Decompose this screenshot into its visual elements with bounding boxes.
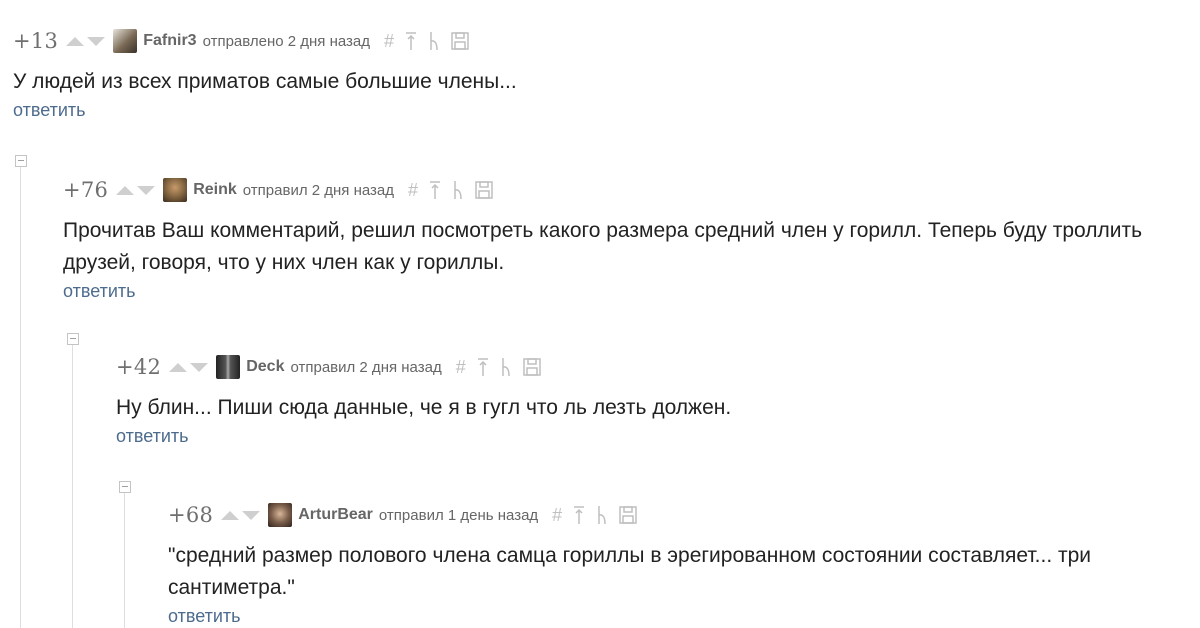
hash-icon[interactable]: #	[408, 180, 418, 201]
comment-timestamp: отправлено 2 дня назад	[202, 32, 371, 50]
save-icon[interactable]	[475, 181, 493, 199]
author-link[interactable]: Reink	[193, 181, 237, 199]
avatar[interactable]	[268, 503, 293, 527]
hash-icon[interactable]: #	[456, 357, 466, 378]
upvote-icon[interactable]	[169, 362, 188, 372]
comment-header: +68 ArturBear отправил 1 день назад #	[168, 502, 1168, 528]
comment-tools: #	[384, 31, 469, 52]
pin-icon[interactable]	[405, 31, 417, 51]
avatar[interactable]	[113, 29, 138, 53]
branch-icon[interactable]	[500, 357, 512, 377]
comment-rating: +42	[116, 355, 162, 379]
comment-header: +76 Reink отправил 2 дня назад #	[63, 177, 1173, 203]
comment-header: +42 Deck отправил 2 дня назад #	[116, 354, 1176, 380]
comment-timestamp: отправил 2 дня назад	[242, 181, 395, 199]
comment: +13 Fafnir3 отправлено 2 дня назад # У л…	[13, 28, 1183, 121]
pin-icon[interactable]	[429, 180, 441, 200]
vote-controls	[66, 36, 106, 46]
comment-header: +13 Fafnir3 отправлено 2 дня назад #	[13, 28, 1183, 54]
avatar[interactable]	[216, 355, 241, 379]
branch-icon[interactable]	[428, 31, 440, 51]
vote-controls	[169, 362, 209, 372]
comment-text: "средний размер полового члена самца гор…	[168, 544, 1092, 599]
save-icon[interactable]	[522, 358, 541, 376]
comment: +42 Deck отправил 2 дня назад # Ну блин.…	[116, 354, 1176, 447]
hash-icon[interactable]: #	[384, 31, 394, 52]
author-link[interactable]: ArturBear	[298, 506, 373, 524]
comment-rating: +76	[63, 178, 109, 202]
collapse-toggle[interactable]	[15, 155, 27, 167]
comment-timestamp: отправил 1 день назад	[378, 506, 539, 524]
author-link[interactable]: Fafnir3	[143, 32, 196, 50]
upvote-icon[interactable]	[221, 510, 240, 520]
comment: +76 Reink отправил 2 дня назад # Прочита…	[63, 177, 1173, 302]
author-link[interactable]: Deck	[246, 358, 284, 376]
comment-rating: +13	[13, 29, 59, 53]
comment-rating: +68	[168, 503, 214, 527]
comment-tools: #	[456, 357, 541, 378]
thread-line	[72, 344, 73, 628]
upvote-icon[interactable]	[116, 185, 135, 195]
reply-link[interactable]: ответить	[116, 426, 1176, 447]
save-icon[interactable]	[619, 506, 637, 524]
downvote-icon[interactable]	[87, 36, 106, 46]
branch-icon[interactable]	[596, 505, 608, 525]
hash-icon[interactable]: #	[552, 505, 562, 526]
comment-text: Прочитав Ваш комментарий, решил посмотре…	[63, 219, 1143, 274]
thread-line	[124, 492, 125, 628]
reply-link[interactable]: ответить	[168, 606, 1168, 627]
comment-timestamp: отправил 2 дня назад	[290, 358, 442, 376]
save-icon[interactable]	[451, 32, 469, 50]
comment-tools: #	[552, 505, 637, 526]
pin-icon[interactable]	[477, 357, 489, 377]
collapse-toggle[interactable]	[67, 333, 79, 345]
thread-line	[20, 166, 21, 628]
comment-tools: #	[408, 180, 493, 201]
comment: +68 ArturBear отправил 1 день назад # "с…	[168, 502, 1168, 627]
pin-icon[interactable]	[573, 505, 585, 525]
upvote-icon[interactable]	[66, 36, 85, 46]
reply-link[interactable]: ответить	[63, 281, 1173, 302]
downvote-icon[interactable]	[242, 510, 261, 520]
collapse-toggle[interactable]	[119, 481, 131, 493]
downvote-icon[interactable]	[137, 185, 156, 195]
reply-link[interactable]: ответить	[13, 100, 1183, 121]
avatar[interactable]	[163, 178, 188, 202]
comment-text: У людей из всех приматов самые большие ч…	[13, 70, 517, 93]
vote-controls	[221, 510, 261, 520]
branch-icon[interactable]	[452, 180, 464, 200]
vote-controls	[116, 185, 156, 195]
comment-text: Ну блин... Пиши сюда данные, че я в гугл…	[116, 396, 732, 419]
downvote-icon[interactable]	[190, 362, 209, 372]
